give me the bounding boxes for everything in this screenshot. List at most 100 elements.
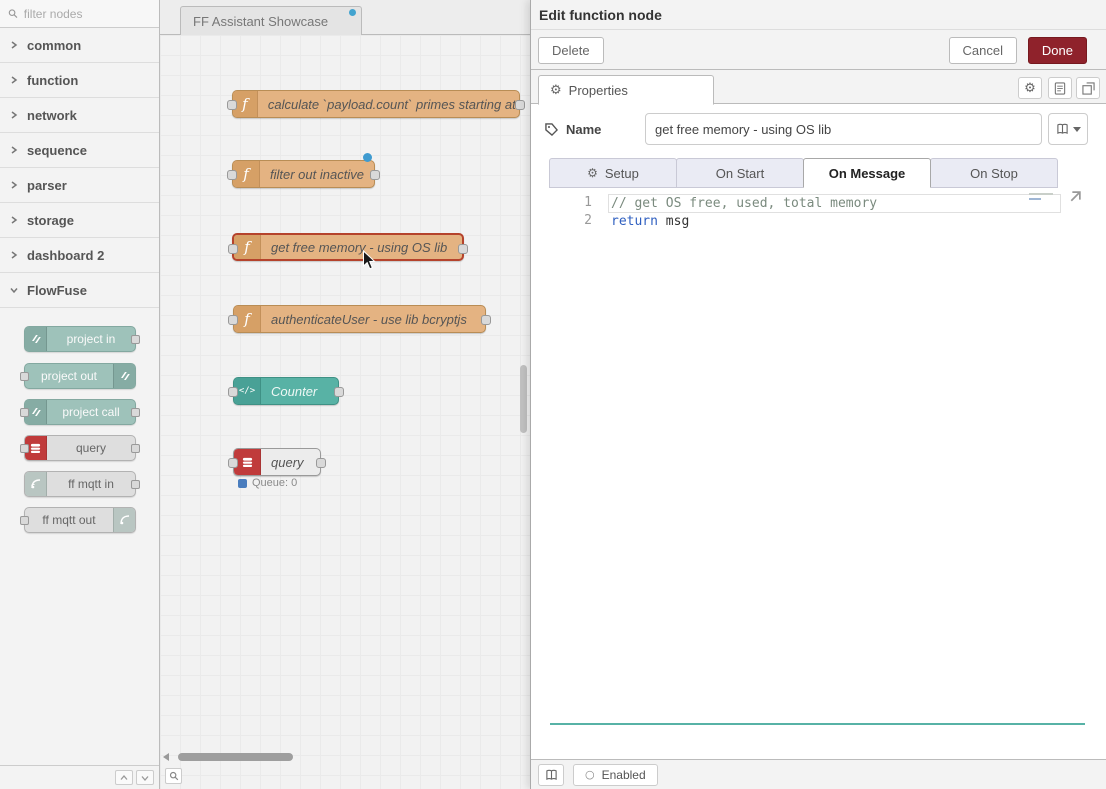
input-port[interactable] <box>20 372 29 381</box>
input-port[interactable] <box>228 315 238 325</box>
name-form-row: Name <box>545 113 1088 145</box>
input-port[interactable] <box>228 387 238 397</box>
chevron-right-icon <box>10 146 18 154</box>
enabled-toggle[interactable]: ○ Enabled <box>573 764 658 786</box>
palette-node-query[interactable]: query <box>24 435 136 461</box>
node-help-button[interactable] <box>1048 77 1072 99</box>
canvas-search-button[interactable] <box>165 768 182 784</box>
tab-label: Setup <box>605 166 639 181</box>
palette-category-parser[interactable]: parser <box>0 168 159 203</box>
palette-node-project-in[interactable]: project in <box>24 326 136 352</box>
palette-node-ff-mqtt-in[interactable]: ff mqtt in <box>24 471 136 497</box>
palette-node-label: project in <box>47 327 135 351</box>
template-node-counter[interactable]: </> Counter <box>233 377 339 405</box>
function-node-calculate-primes[interactable]: f calculate `payload.count` primes start… <box>232 90 520 118</box>
chevron-right-icon <box>10 216 18 224</box>
node-settings-button[interactable]: ⚙ <box>1018 77 1042 99</box>
name-input[interactable] <box>645 113 1042 145</box>
tab-on-stop[interactable]: On Stop <box>930 158 1058 188</box>
editor-minimap <box>1029 193 1055 200</box>
flowfuse-icon <box>25 327 47 351</box>
expand-tray-button[interactable] <box>1076 77 1100 99</box>
delete-button[interactable]: Delete <box>538 37 604 64</box>
palette-category-storage[interactable]: storage <box>0 203 159 238</box>
properties-tab-label: Properties <box>569 83 628 98</box>
palette-node-label: project out <box>25 364 113 388</box>
chevron-right-icon <box>10 111 18 119</box>
palette-category-sequence[interactable]: sequence <box>0 133 159 168</box>
tab-on-message[interactable]: On Message <box>803 158 931 188</box>
expand-icon <box>1082 82 1095 95</box>
canvas-vertical-scrollbar[interactable] <box>520 365 527 433</box>
palette-node-project-call[interactable]: project call <box>24 399 136 425</box>
expand-editor-icon[interactable] <box>1067 190 1082 205</box>
palette-category-dashboard2[interactable]: dashboard 2 <box>0 238 159 273</box>
chevron-down-icon <box>10 286 18 294</box>
enabled-label: Enabled <box>602 768 646 782</box>
tab-properties[interactable]: ⚙ Properties <box>538 75 714 105</box>
status-shape <box>238 479 247 488</box>
scroll-left-arrow-icon[interactable] <box>163 753 169 761</box>
node-description-button[interactable] <box>538 764 564 786</box>
palette-node-ff-mqtt-out[interactable]: ff mqtt out <box>24 507 136 533</box>
line-number: 1 <box>550 194 592 212</box>
output-port[interactable] <box>131 444 140 453</box>
collapse-all-button[interactable] <box>115 770 133 785</box>
query-node[interactable]: query <box>233 448 321 476</box>
magnifier-icon <box>169 771 179 781</box>
label-options-button[interactable] <box>1048 113 1088 145</box>
input-port[interactable] <box>20 444 29 453</box>
tab-on-start[interactable]: On Start <box>676 158 804 188</box>
code-editor[interactable]: 1 2 // get OS free, used, total memory r… <box>550 188 1085 725</box>
palette-node-label: project call <box>47 400 135 424</box>
palette-category-function[interactable]: function <box>0 63 159 98</box>
category-label: parser <box>27 178 67 193</box>
book-icon <box>545 769 558 781</box>
flow-canvas[interactable]: FF Assistant Showcase f calculate `paylo… <box>160 0 530 789</box>
node-label: Counter <box>261 378 327 404</box>
output-port[interactable] <box>334 387 344 397</box>
done-button[interactable]: Done <box>1028 37 1087 64</box>
output-port[interactable] <box>131 335 140 344</box>
canvas-horizontal-scrollbar[interactable] <box>163 752 516 762</box>
node-red-editor: common function network sequence parser … <box>0 0 1106 789</box>
function-node-authenticate-user[interactable]: f authenticateUser - use lib bcryptjs <box>233 305 486 333</box>
palette-category-common[interactable]: common <box>0 28 159 63</box>
input-port[interactable] <box>227 100 237 110</box>
chevron-up-icon <box>120 774 128 782</box>
output-port[interactable] <box>370 170 380 180</box>
cancel-button[interactable]: Cancel <box>949 37 1017 64</box>
palette-search-input[interactable] <box>24 7 151 21</box>
category-label: network <box>27 108 77 123</box>
palette-node-project-out[interactable]: project out <box>24 363 136 389</box>
chevron-right-icon <box>10 251 18 259</box>
node-label: calculate `payload.count` primes startin… <box>258 91 519 117</box>
node-label: query <box>261 449 314 475</box>
output-port[interactable] <box>481 315 491 325</box>
output-port[interactable] <box>131 408 140 417</box>
input-port[interactable] <box>20 408 29 417</box>
workspace-tab-label: FF Assistant Showcase <box>193 14 328 29</box>
flow-area[interactable]: f calculate `payload.count` primes start… <box>160 35 530 789</box>
input-port[interactable] <box>228 244 238 254</box>
input-port[interactable] <box>20 516 29 525</box>
output-port[interactable] <box>515 100 525 110</box>
input-port[interactable] <box>228 458 238 468</box>
chevron-right-icon <box>10 41 18 49</box>
output-port[interactable] <box>458 244 468 254</box>
function-node-get-free-memory[interactable]: f get free memory - using OS lib <box>232 233 464 261</box>
horizontal-scroll-thumb[interactable] <box>178 753 293 761</box>
palette-category-network[interactable]: network <box>0 98 159 133</box>
input-port[interactable] <box>227 170 237 180</box>
function-node-filter-inactive[interactable]: f filter out inactive <box>232 160 375 188</box>
output-port[interactable] <box>131 480 140 489</box>
palette-category-flowfuse[interactable]: FlowFuse <box>0 273 159 308</box>
workspace-tab[interactable]: FF Assistant Showcase <box>180 6 362 35</box>
line-number: 2 <box>550 212 592 230</box>
database-icon <box>234 449 261 475</box>
tab-setup[interactable]: ⚙ Setup <box>549 158 677 188</box>
tray-header: Edit function node <box>531 0 1106 30</box>
output-port[interactable] <box>316 458 326 468</box>
expand-all-button[interactable] <box>136 770 154 785</box>
mqtt-icon <box>25 472 47 496</box>
